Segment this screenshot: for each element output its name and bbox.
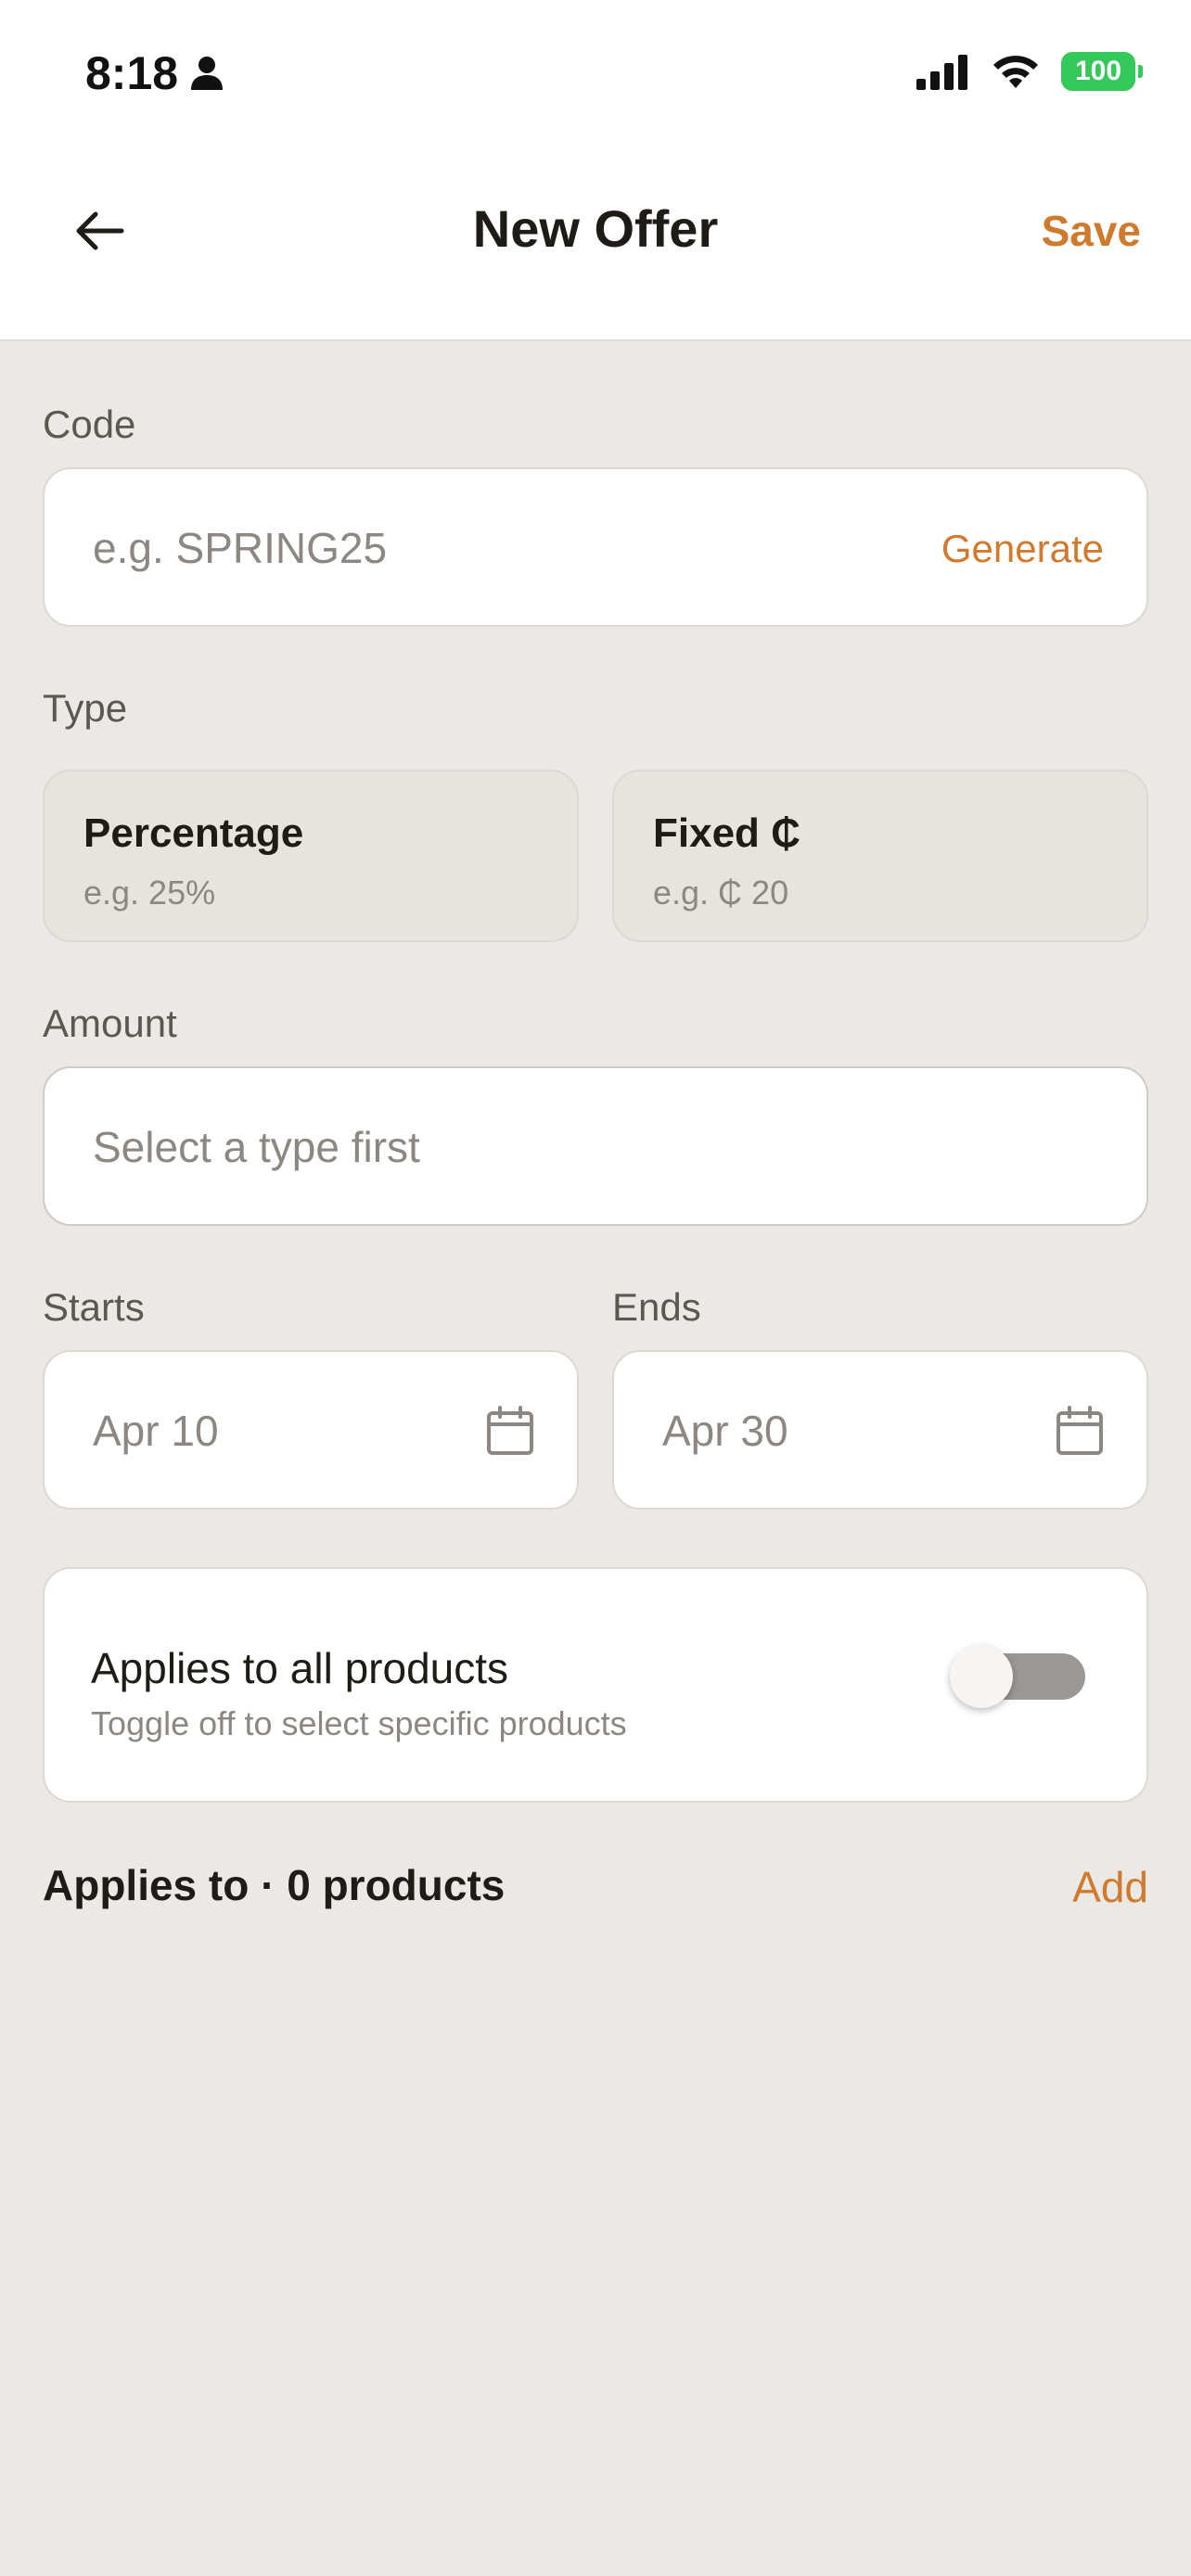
status-time: 8:18 — [85, 46, 224, 100]
type-option-title: Percentage — [83, 810, 304, 856]
save-button[interactable]: Save — [1042, 206, 1141, 256]
applies-all-subtitle: Toggle off to select specific products — [91, 1704, 627, 1742]
code-field[interactable]: e.g. SPRING25 Generate — [43, 467, 1148, 627]
starts-label: Starts — [43, 1285, 145, 1329]
wifi-icon — [993, 56, 1038, 88]
amount-field[interactable]: Select a type first — [43, 1066, 1148, 1226]
ends-label: Ends — [612, 1285, 701, 1329]
type-option-percentage[interactable]: Percentage e.g. 25% — [43, 770, 579, 942]
start-date-field[interactable]: Apr 10 — [43, 1350, 579, 1510]
person-icon — [191, 57, 224, 90]
applies-all-title: Applies to all products — [91, 1644, 509, 1692]
type-option-title: Fixed ₵ — [653, 810, 800, 856]
applies-all-card: Applies to all products Toggle off to se… — [43, 1567, 1148, 1803]
amount-placeholder: Select a type first — [93, 1123, 420, 1171]
type-option-example: e.g. 25% — [83, 874, 216, 912]
code-label: Code — [43, 402, 136, 446]
applies-to-title: Applies to · 0 products — [43, 1861, 506, 1909]
amount-label: Amount — [43, 1001, 177, 1045]
generate-button[interactable]: Generate — [941, 527, 1104, 571]
code-placeholder: e.g. SPRING25 — [93, 524, 388, 572]
start-date-value: Apr 10 — [93, 1407, 219, 1455]
add-products-button[interactable]: Add — [1072, 1862, 1148, 1912]
cellular-signal-icon — [916, 55, 967, 90]
end-date-value: Apr 30 — [662, 1407, 788, 1455]
toggle-knob — [950, 1645, 1013, 1708]
end-date-field[interactable]: Apr 30 — [612, 1350, 1148, 1510]
calendar-icon — [1057, 1406, 1103, 1455]
applies-all-toggle[interactable] — [950, 1639, 1089, 1714]
type-option-example: e.g. ₵ 20 — [653, 874, 789, 912]
top-bar: 8:18 100 New Offer Save — [0, 0, 1191, 341]
calendar-icon — [487, 1406, 533, 1455]
battery-indicator: 100 — [1061, 52, 1143, 91]
type-label: Type — [43, 686, 128, 730]
status-indicators: 100 — [915, 52, 1143, 91]
status-time-text: 8:18 — [85, 47, 179, 99]
page-title: New Offer — [472, 199, 719, 258]
type-option-fixed[interactable]: Fixed ₵ e.g. ₵ 20 — [612, 770, 1148, 942]
